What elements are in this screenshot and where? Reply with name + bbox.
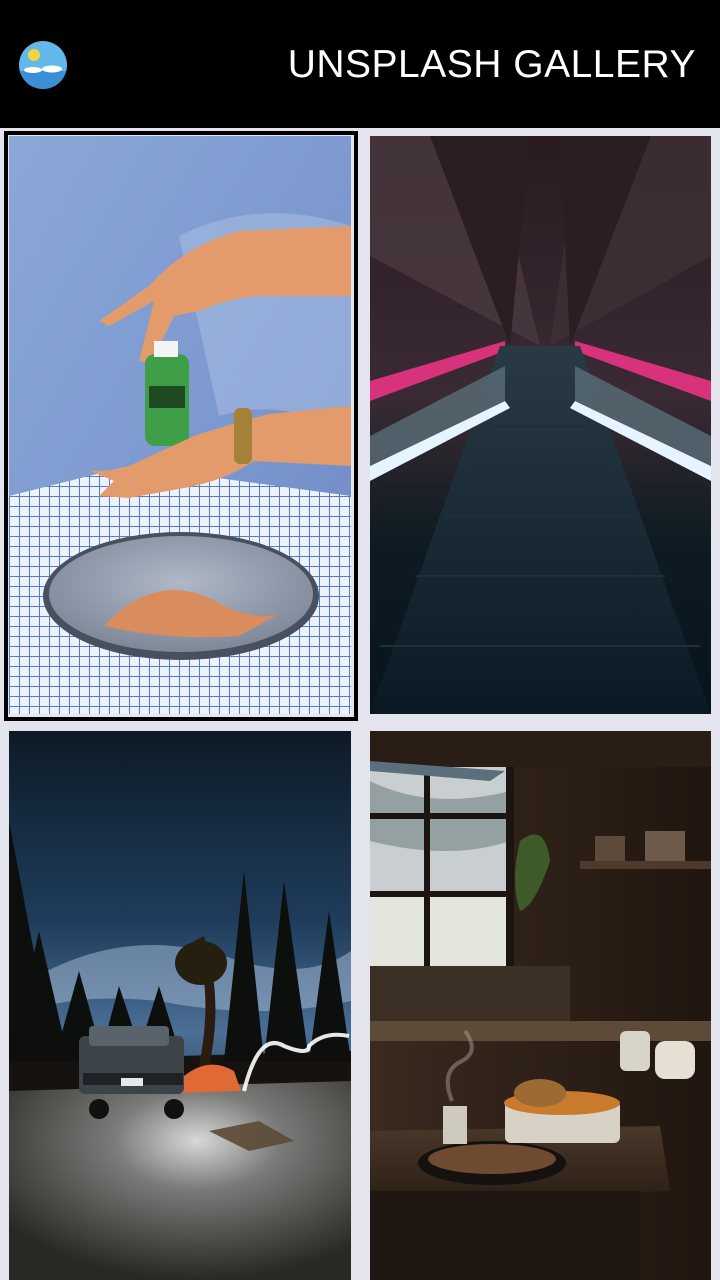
gallery-photo-sanitizer[interactable] — [9, 136, 351, 714]
neon-escalator-photo — [370, 136, 711, 714]
gallery-photo-escalator[interactable] — [370, 136, 711, 714]
hand-sanitizer-photo — [9, 136, 351, 714]
rustic-kitchen-photo — [370, 731, 711, 1280]
gallery-photo-kitchen[interactable] — [370, 731, 711, 1280]
app-bar: UNSPLASH GALLERY — [0, 0, 720, 128]
gallery-photo-night-camp[interactable] — [9, 731, 351, 1280]
app-title: UNSPLASH GALLERY — [287, 43, 696, 86]
sunny-landscape-icon[interactable] — [18, 40, 68, 90]
night-camp-photo — [9, 731, 351, 1280]
